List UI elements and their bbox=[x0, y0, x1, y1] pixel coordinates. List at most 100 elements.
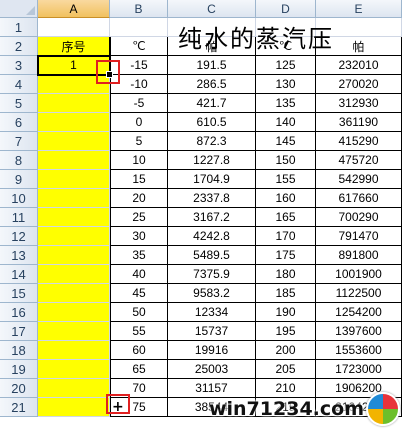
cell-d15[interactable]: 185 bbox=[256, 284, 316, 303]
cell-e8[interactable]: 475720 bbox=[316, 151, 402, 170]
cell-b18[interactable]: 60 bbox=[110, 341, 168, 360]
cell-b9[interactable]: 15 bbox=[110, 170, 168, 189]
row-header-7[interactable]: 7 bbox=[0, 132, 38, 151]
cell-a9[interactable] bbox=[38, 170, 110, 189]
cell-e18[interactable]: 1553600 bbox=[316, 341, 402, 360]
row-header-9[interactable]: 9 bbox=[0, 170, 38, 189]
cell-d12[interactable]: 170 bbox=[256, 227, 316, 246]
cell-c18[interactable]: 19916 bbox=[168, 341, 256, 360]
cell-b16[interactable]: 50 bbox=[110, 303, 168, 322]
cell-c14[interactable]: 7375.9 bbox=[168, 265, 256, 284]
cell-c13[interactable]: 5489.5 bbox=[168, 246, 256, 265]
cell-d10[interactable]: 160 bbox=[256, 189, 316, 208]
row-header-4[interactable]: 4 bbox=[0, 75, 38, 94]
sheet-title[interactable]: 纯水的蒸汽压 bbox=[110, 18, 402, 55]
cell-c10[interactable]: 2337.8 bbox=[168, 189, 256, 208]
cell-b8[interactable]: 10 bbox=[110, 151, 168, 170]
row-header-21[interactable]: 21 bbox=[0, 398, 38, 417]
cell-b15[interactable]: 45 bbox=[110, 284, 168, 303]
cell-e6[interactable]: 361190 bbox=[316, 113, 402, 132]
cell-c8[interactable]: 1227.8 bbox=[168, 151, 256, 170]
cell-c11[interactable]: 3167.2 bbox=[168, 208, 256, 227]
cell-e17[interactable]: 1397600 bbox=[316, 322, 402, 341]
cell-c9[interactable]: 1704.9 bbox=[168, 170, 256, 189]
cell-d17[interactable]: 195 bbox=[256, 322, 316, 341]
cell-a16[interactable] bbox=[38, 303, 110, 322]
cell-e13[interactable]: 891800 bbox=[316, 246, 402, 265]
row-header-3[interactable]: 3 bbox=[0, 56, 38, 75]
cell-a8[interactable] bbox=[38, 151, 110, 170]
header-cell-a[interactable]: 序号 bbox=[38, 37, 110, 56]
cell-a14[interactable] bbox=[38, 265, 110, 284]
select-all-button[interactable] bbox=[0, 0, 38, 18]
cell-b10[interactable]: 20 bbox=[110, 189, 168, 208]
row-header-19[interactable]: 19 bbox=[0, 360, 38, 379]
cell-d11[interactable]: 165 bbox=[256, 208, 316, 227]
cell-c6[interactable]: 610.5 bbox=[168, 113, 256, 132]
cell-e9[interactable]: 542990 bbox=[316, 170, 402, 189]
row-header-16[interactable]: 16 bbox=[0, 303, 38, 322]
row-header-10[interactable]: 10 bbox=[0, 189, 38, 208]
cell-a11[interactable] bbox=[38, 208, 110, 227]
cell-c16[interactable]: 12334 bbox=[168, 303, 256, 322]
column-header-a[interactable]: A bbox=[38, 0, 110, 18]
cell-e3[interactable]: 232010 bbox=[316, 56, 402, 75]
row-header-17[interactable]: 17 bbox=[0, 322, 38, 341]
cell-a7[interactable] bbox=[38, 132, 110, 151]
column-header-e[interactable]: E bbox=[316, 0, 402, 18]
cell-b11[interactable]: 25 bbox=[110, 208, 168, 227]
cell-b14[interactable]: 40 bbox=[110, 265, 168, 284]
cell-c5[interactable]: 421.7 bbox=[168, 94, 256, 113]
cell-a12[interactable] bbox=[38, 227, 110, 246]
cell-d7[interactable]: 145 bbox=[256, 132, 316, 151]
cell-d16[interactable]: 190 bbox=[256, 303, 316, 322]
cell-c7[interactable]: 872.3 bbox=[168, 132, 256, 151]
cell-b12[interactable]: 30 bbox=[110, 227, 168, 246]
cell-a18[interactable] bbox=[38, 341, 110, 360]
cell-b7[interactable]: 5 bbox=[110, 132, 168, 151]
cell-a21[interactable] bbox=[38, 398, 110, 417]
row-header-13[interactable]: 13 bbox=[0, 246, 38, 265]
cell-d4[interactable]: 130 bbox=[256, 75, 316, 94]
cell-c4[interactable]: 286.5 bbox=[168, 75, 256, 94]
cell-e12[interactable]: 791470 bbox=[316, 227, 402, 246]
cell-e5[interactable]: 312930 bbox=[316, 94, 402, 113]
cell-c17[interactable]: 15737 bbox=[168, 322, 256, 341]
cell-a6[interactable] bbox=[38, 113, 110, 132]
row-header-1[interactable]: 1 bbox=[0, 18, 38, 37]
cell-d6[interactable]: 140 bbox=[256, 113, 316, 132]
cell-d19[interactable]: 205 bbox=[256, 360, 316, 379]
cell-e4[interactable]: 270020 bbox=[316, 75, 402, 94]
row-header-2[interactable]: 2 bbox=[0, 37, 38, 56]
column-header-b[interactable]: B bbox=[110, 0, 168, 18]
row-header-15[interactable]: 15 bbox=[0, 284, 38, 303]
cell-a20[interactable] bbox=[38, 379, 110, 398]
row-header-8[interactable]: 8 bbox=[0, 151, 38, 170]
cell-d14[interactable]: 180 bbox=[256, 265, 316, 284]
cell-c19[interactable]: 25003 bbox=[168, 360, 256, 379]
cell-c3[interactable]: 191.5 bbox=[168, 56, 256, 75]
row-header-18[interactable]: 18 bbox=[0, 341, 38, 360]
cell-b17[interactable]: 55 bbox=[110, 322, 168, 341]
cell-d13[interactable]: 175 bbox=[256, 246, 316, 265]
row-header-11[interactable]: 11 bbox=[0, 208, 38, 227]
cell-a15[interactable] bbox=[38, 284, 110, 303]
cell-b19[interactable]: 65 bbox=[110, 360, 168, 379]
cell-d9[interactable]: 155 bbox=[256, 170, 316, 189]
cell-e14[interactable]: 1001900 bbox=[316, 265, 402, 284]
column-header-c[interactable]: C bbox=[168, 0, 256, 18]
cell-c12[interactable]: 4242.8 bbox=[168, 227, 256, 246]
cell-b13[interactable]: 35 bbox=[110, 246, 168, 265]
row-header-14[interactable]: 14 bbox=[0, 265, 38, 284]
cell-a10[interactable] bbox=[38, 189, 110, 208]
column-header-d[interactable]: D bbox=[256, 0, 316, 18]
cell-e10[interactable]: 617660 bbox=[316, 189, 402, 208]
cell-e11[interactable]: 700290 bbox=[316, 208, 402, 227]
cell-e19[interactable]: 1723000 bbox=[316, 360, 402, 379]
row-header-20[interactable]: 20 bbox=[0, 379, 38, 398]
cell-c15[interactable]: 9583.2 bbox=[168, 284, 256, 303]
cell-a13[interactable] bbox=[38, 246, 110, 265]
cell-e7[interactable]: 415290 bbox=[316, 132, 402, 151]
cell-d18[interactable]: 200 bbox=[256, 341, 316, 360]
row-header-6[interactable]: 6 bbox=[0, 113, 38, 132]
